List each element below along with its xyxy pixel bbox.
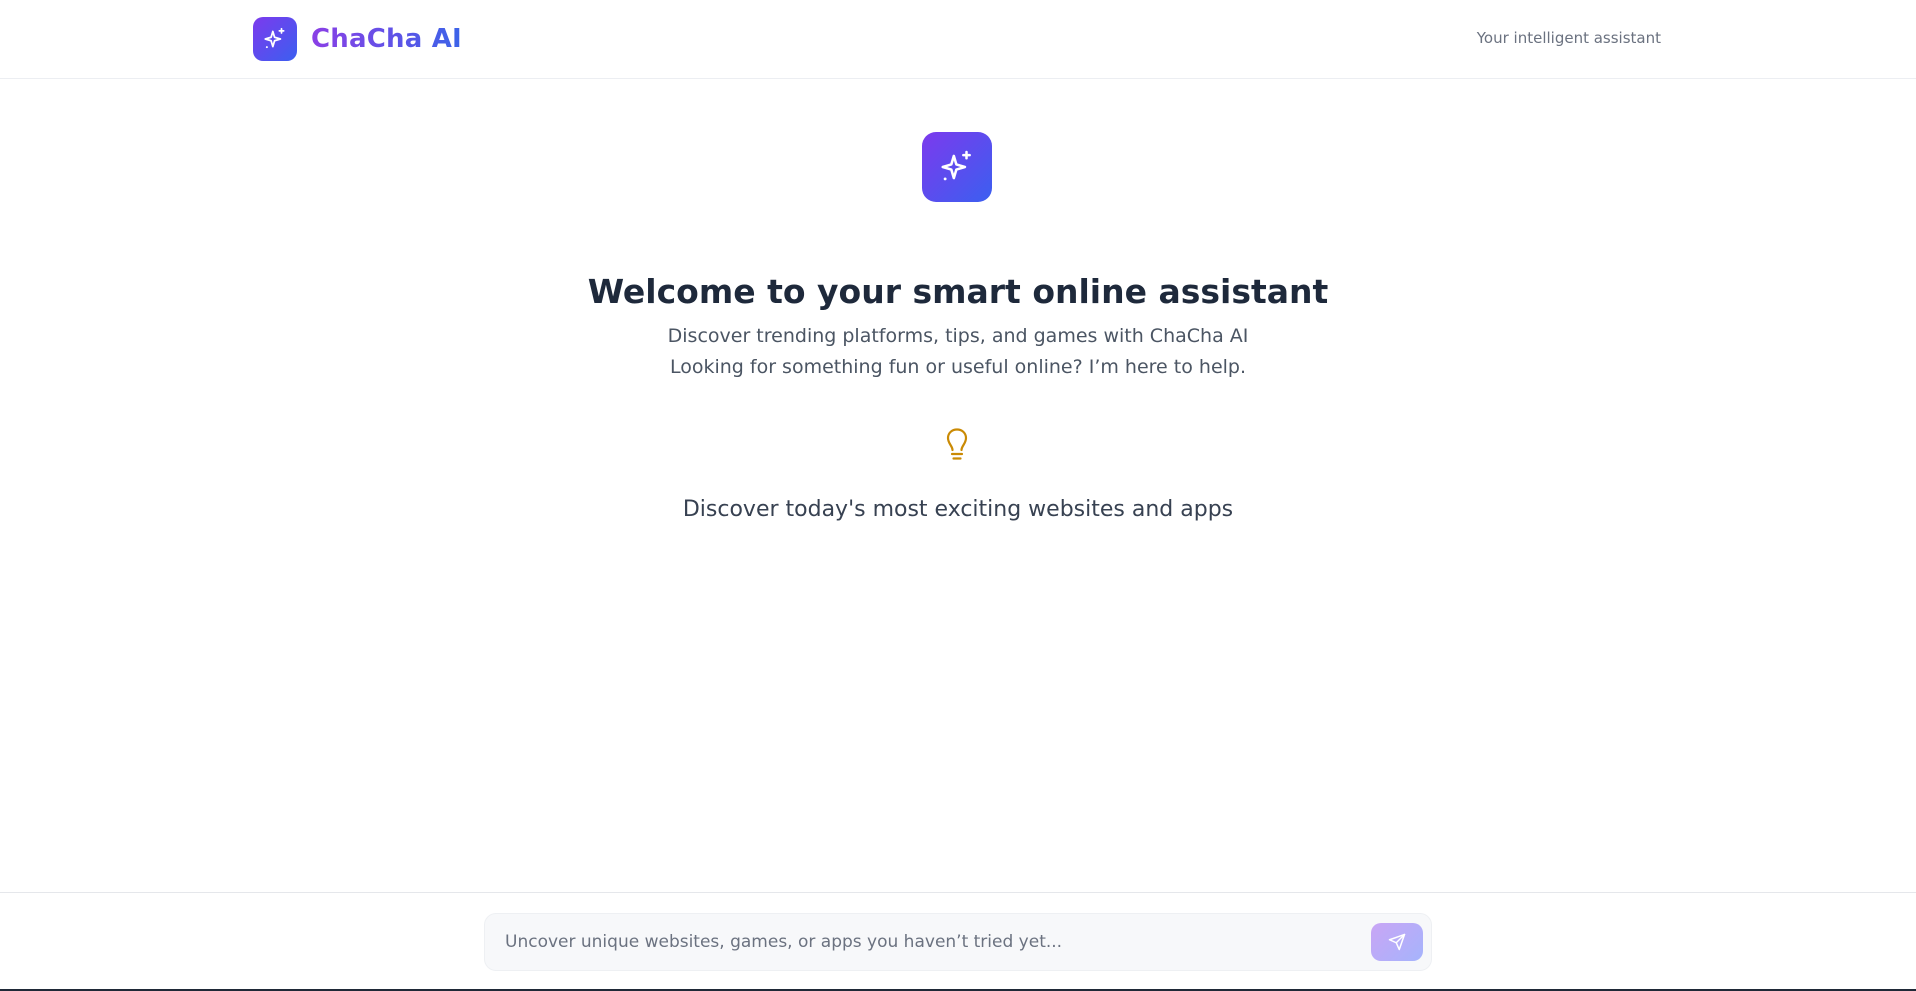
subtitle-line-2: Looking for something fun or useful onli…: [669, 356, 1247, 378]
brand-name: ChaCha AI: [311, 24, 462, 54]
send-button[interactable]: [1371, 923, 1423, 961]
send-icon: [1388, 933, 1406, 951]
chat-input-container: [484, 913, 1432, 971]
chat-input[interactable]: [503, 914, 1343, 970]
sparkles-icon: [922, 132, 992, 202]
brand-logo-link[interactable]: ChaCha AI: [253, 17, 462, 61]
lightbulb-icon: [943, 427, 971, 463]
subtitle-line-1: Discover trending platforms, tips, and g…: [667, 325, 1249, 347]
chat-composer: [0, 892, 1916, 991]
app-header: ChaCha AI Your intelligent assistant: [0, 0, 1916, 79]
page-title: Welcome to your smart online assistant: [587, 272, 1329, 311]
sparkles-icon: [253, 17, 297, 61]
header-tagline: Your intelligent assistant: [1476, 29, 1661, 47]
tip-text: Discover today's most exciting websites …: [682, 497, 1234, 522]
